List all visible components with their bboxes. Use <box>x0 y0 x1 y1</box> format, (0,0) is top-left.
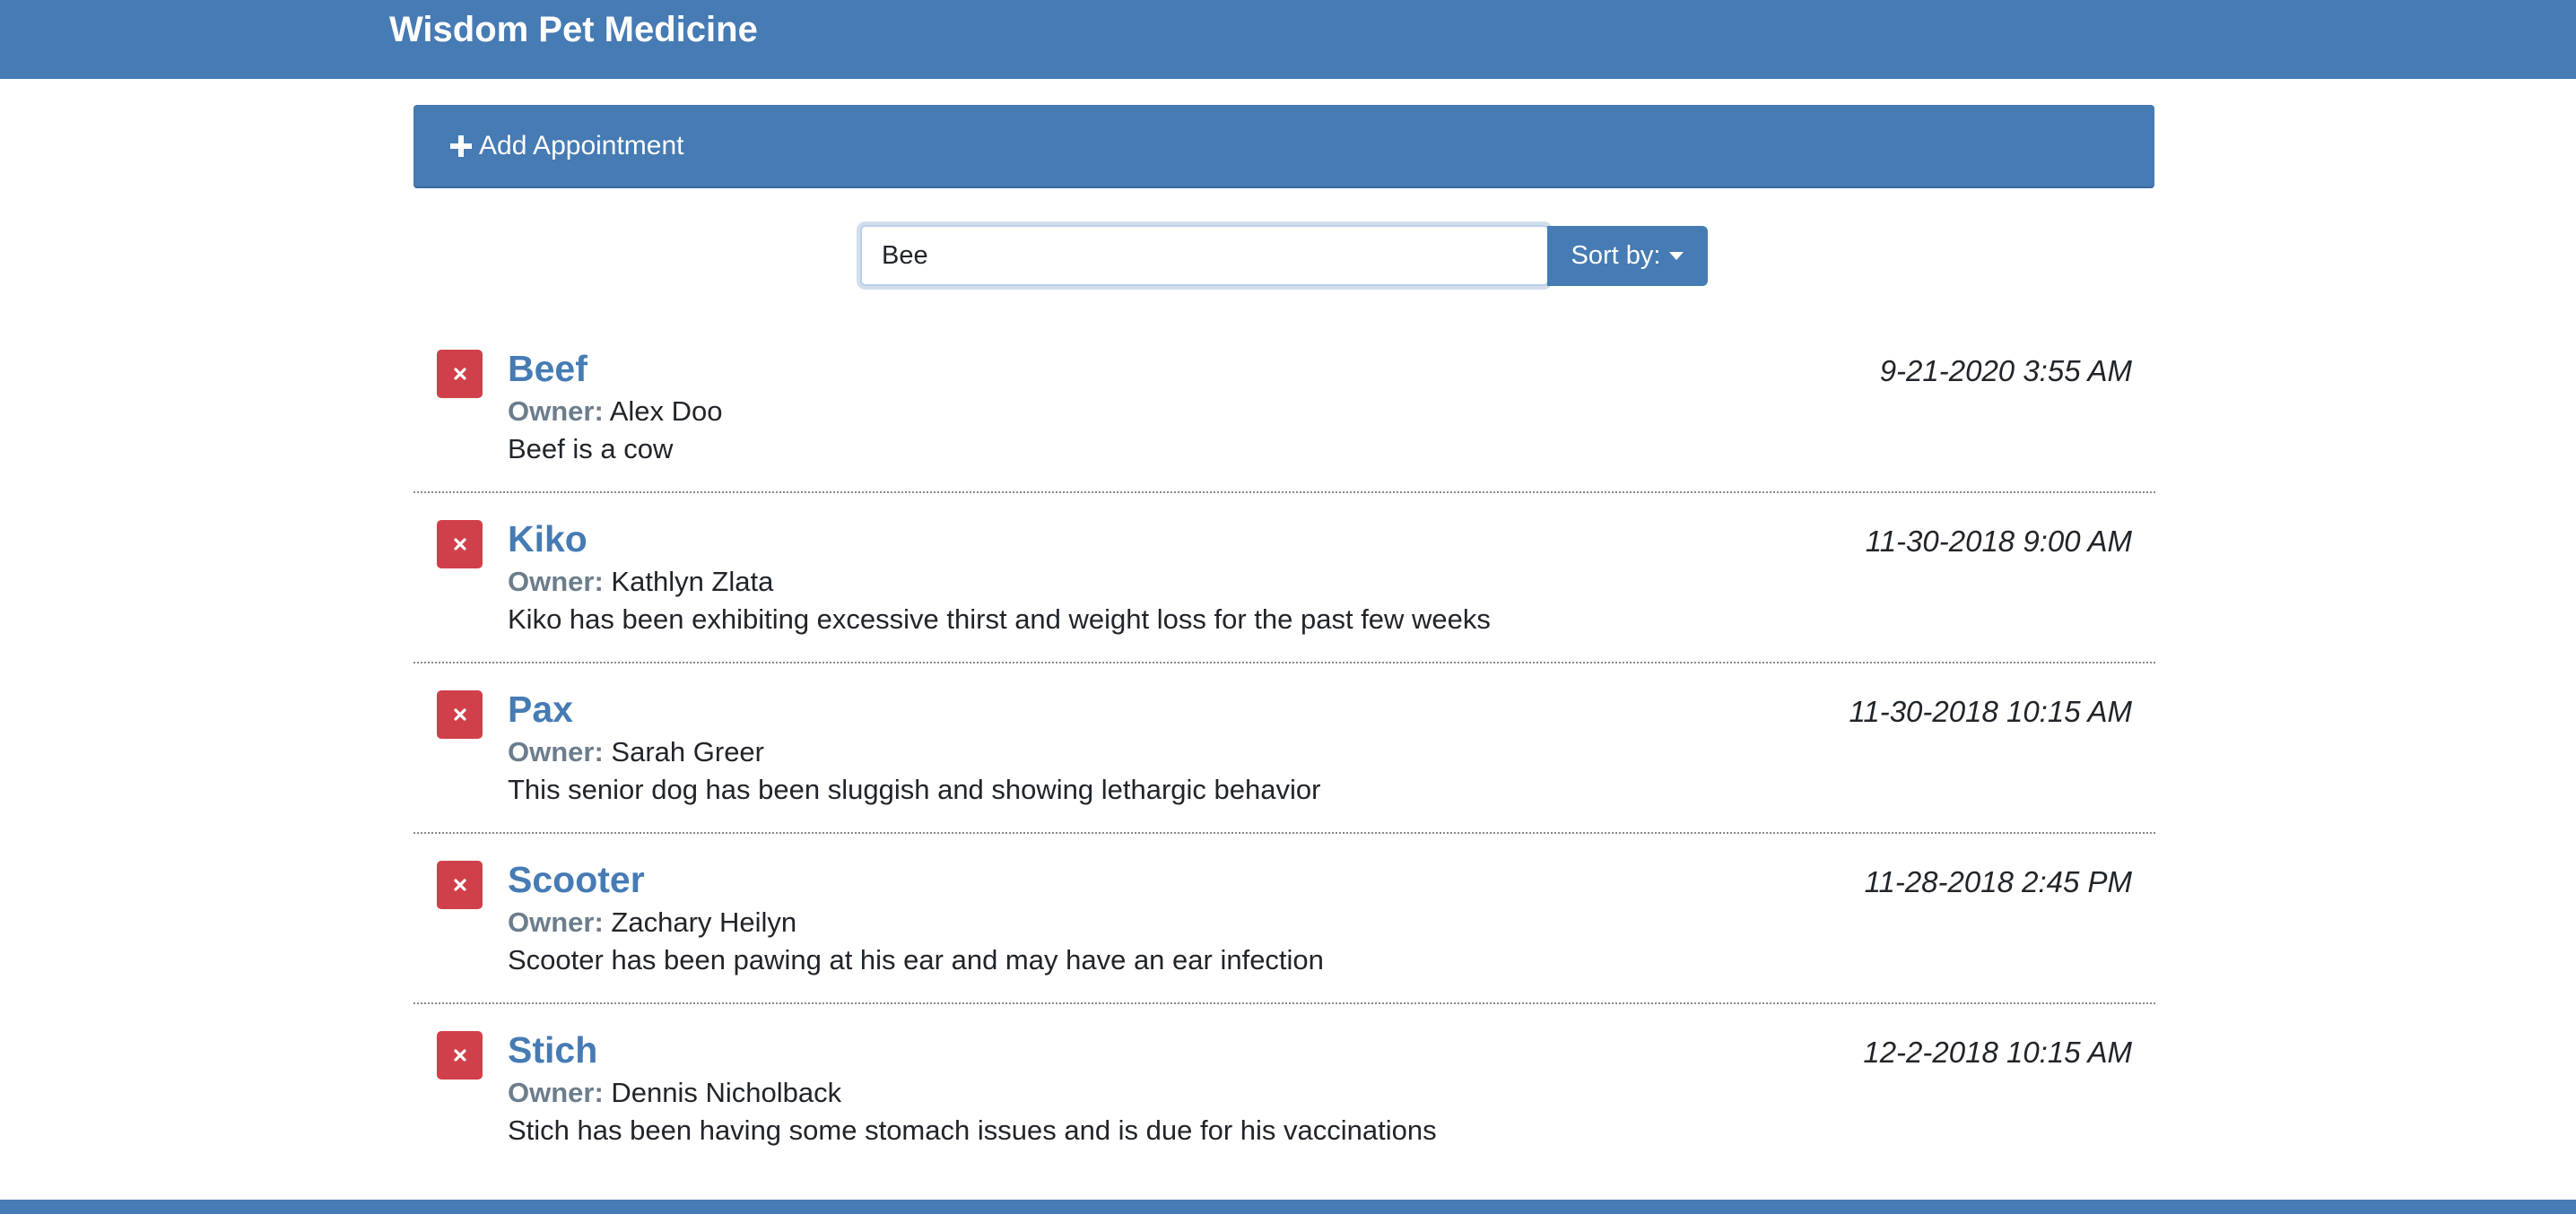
pet-name[interactable]: Kiko <box>508 516 587 561</box>
owner-label: Owner: <box>508 736 604 767</box>
appointment-notes: This senior dog has been sluggish and sh… <box>508 774 1321 805</box>
owner-label: Owner: <box>508 1077 604 1108</box>
delete-appointment-button[interactable] <box>437 1031 483 1080</box>
owner-line: Owner: Sarah Greer <box>508 734 764 770</box>
appointment-item: Scooter 11-28-2018 2:45 PM Owner: Zachar… <box>413 834 2155 1004</box>
owner-line: Owner: Dennis Nicholback <box>508 1075 841 1111</box>
owner-label: Owner: <box>508 395 604 427</box>
appointment-notes: Stich has been having some stomach issue… <box>508 1114 1437 1146</box>
pet-name[interactable]: Stich <box>508 1028 597 1072</box>
add-appointment-label: Add Appointment <box>479 131 684 160</box>
add-appointment-button[interactable]: Add Appointment <box>448 126 684 167</box>
owner-line: Owner: Kathlyn Zlata <box>508 564 773 600</box>
appointment-notes: Beef is a cow <box>508 433 674 464</box>
owner-line: Owner: Alex Doo <box>508 394 723 429</box>
appointment-date: 12-2-2018 10:15 AM <box>1863 1036 2132 1069</box>
appointment-item: Stich 12-2-2018 10:15 AM Owner: Dennis N… <box>413 1004 2155 1175</box>
owner-name: Zachary Heilyn <box>611 906 797 938</box>
delete-appointment-button[interactable] <box>437 350 483 398</box>
plus-icon <box>450 135 472 157</box>
footer-bar <box>0 1200 2576 1214</box>
appointment-notes: Scooter has been pawing at his ear and m… <box>508 944 1324 976</box>
appointment-item: Beef 9-21-2020 3:55 AM Owner: Alex Doo B… <box>413 323 2155 493</box>
search-input[interactable] <box>860 225 1549 286</box>
appointment-list: Beef 9-21-2020 3:55 AM Owner: Alex Doo B… <box>413 323 2155 1175</box>
appointment-notes: Kiko has been exhibiting excessive thirs… <box>508 603 1491 635</box>
top-navbar: Wisdom Pet Medicine <box>0 0 2576 79</box>
owner-name: Dennis Nicholback <box>611 1077 842 1108</box>
pet-name[interactable]: Scooter <box>508 857 645 902</box>
appointment-item: Pax 11-30-2018 10:15 AM Owner: Sarah Gre… <box>413 663 2155 834</box>
close-icon <box>453 879 466 891</box>
owner-name: Kathlyn Zlata <box>611 566 774 597</box>
brand-title[interactable]: Wisdom Pet Medicine <box>389 7 758 52</box>
owner-name: Sarah Greer <box>611 736 764 767</box>
appointment-date: 11-28-2018 2:45 PM <box>1864 865 2132 898</box>
appointment-item: Kiko 11-30-2018 9:00 AM Owner: Kathlyn Z… <box>413 493 2155 663</box>
close-icon <box>453 538 466 551</box>
pet-name[interactable]: Pax <box>508 687 573 732</box>
owner-line: Owner: Zachary Heilyn <box>508 905 796 941</box>
sort-by-button[interactable]: Sort by: <box>1547 226 1708 286</box>
pet-name[interactable]: Beef <box>508 346 587 391</box>
owner-label: Owner: <box>508 566 604 597</box>
appointment-date: 9-21-2020 3:55 AM <box>1879 354 2132 387</box>
sort-by-label: Sort by: <box>1571 241 1661 270</box>
close-icon <box>453 1049 466 1062</box>
caret-down-icon <box>1669 252 1684 260</box>
owner-label: Owner: <box>508 906 604 938</box>
appointment-date: 11-30-2018 9:00 AM <box>1865 525 2132 558</box>
close-icon <box>453 708 466 721</box>
delete-appointment-button[interactable] <box>437 861 483 909</box>
delete-appointment-button[interactable] <box>437 520 483 568</box>
close-icon <box>453 368 466 380</box>
delete-appointment-button[interactable] <box>437 690 483 739</box>
appointment-date: 11-30-2018 10:15 AM <box>1849 695 2132 728</box>
owner-name: Alex Doo <box>609 395 723 427</box>
